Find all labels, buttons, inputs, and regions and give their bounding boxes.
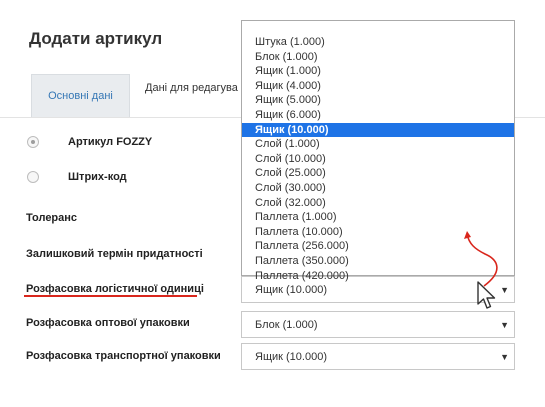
- dropdown-option[interactable]: Блок (1.000): [242, 50, 514, 65]
- dropdown-option[interactable]: Слой (10.000): [242, 152, 514, 167]
- dropdown-option[interactable]: Слой (32.000): [242, 196, 514, 211]
- label-logistic-unit: Розфасовка логістичної одиниці: [26, 283, 204, 295]
- label-shelf-life: Залишковий термін придатності: [26, 248, 203, 260]
- dropdown-option[interactable]: Паллета (1.000): [242, 210, 514, 225]
- radio-barcode[interactable]: Штрих-код: [27, 171, 127, 183]
- radio-label-article: Артикул FOZZY: [68, 136, 153, 148]
- select-transport-pack[interactable]: Ящик (10.000) ▼: [241, 343, 515, 370]
- radio-label-barcode: Штрих-код: [68, 171, 127, 183]
- dropdown-option-selected[interactable]: Ящик (10.000): [242, 122, 514, 138]
- select-logistic-unit-value: Ящик (10.000): [255, 283, 327, 296]
- dropdown-option[interactable]: Слой (25.000): [242, 166, 514, 181]
- radio-button-checked[interactable]: [27, 136, 39, 148]
- tab-basic-data[interactable]: Основні дані: [31, 74, 130, 117]
- select-transport-value: Ящик (10.000): [255, 350, 327, 363]
- label-wholesale-pack: Розфасовка оптової упаковки: [26, 317, 190, 329]
- dropdown-option[interactable]: Ящик (6.000): [242, 108, 514, 123]
- dropdown-option[interactable]: Слой (1.000): [242, 137, 514, 152]
- label-tolerance: Толеранс: [26, 212, 78, 224]
- dropdown-option[interactable]: Штука (1.000): [242, 35, 514, 50]
- red-underline-annotation: [24, 295, 197, 297]
- dropdown-option[interactable]: Ящик (1.000): [242, 64, 514, 79]
- dialog-title: Додати артикул: [29, 29, 163, 48]
- radio-button[interactable]: [27, 171, 39, 183]
- radio-article-fozzy[interactable]: Артикул FOZZY: [27, 136, 152, 148]
- select-wholesale-pack[interactable]: Блок (1.000) ▼: [241, 311, 515, 338]
- label-transport-pack: Розфасовка транспортної упаковки: [26, 350, 221, 362]
- mouse-pointer-icon: [477, 281, 496, 309]
- dropdown-option[interactable]: Ящик (5.000): [242, 93, 514, 108]
- chevron-down-icon[interactable]: ▼: [500, 320, 509, 330]
- select-wholesale-value: Блок (1.000): [255, 318, 318, 331]
- dropdown-option[interactable]: Слой (30.000): [242, 181, 514, 196]
- chevron-down-icon[interactable]: ▼: [500, 352, 509, 362]
- tab-edit-data[interactable]: Дані для редагува: [145, 82, 238, 94]
- dropdown-option[interactable]: Ящик (4.000): [242, 79, 514, 94]
